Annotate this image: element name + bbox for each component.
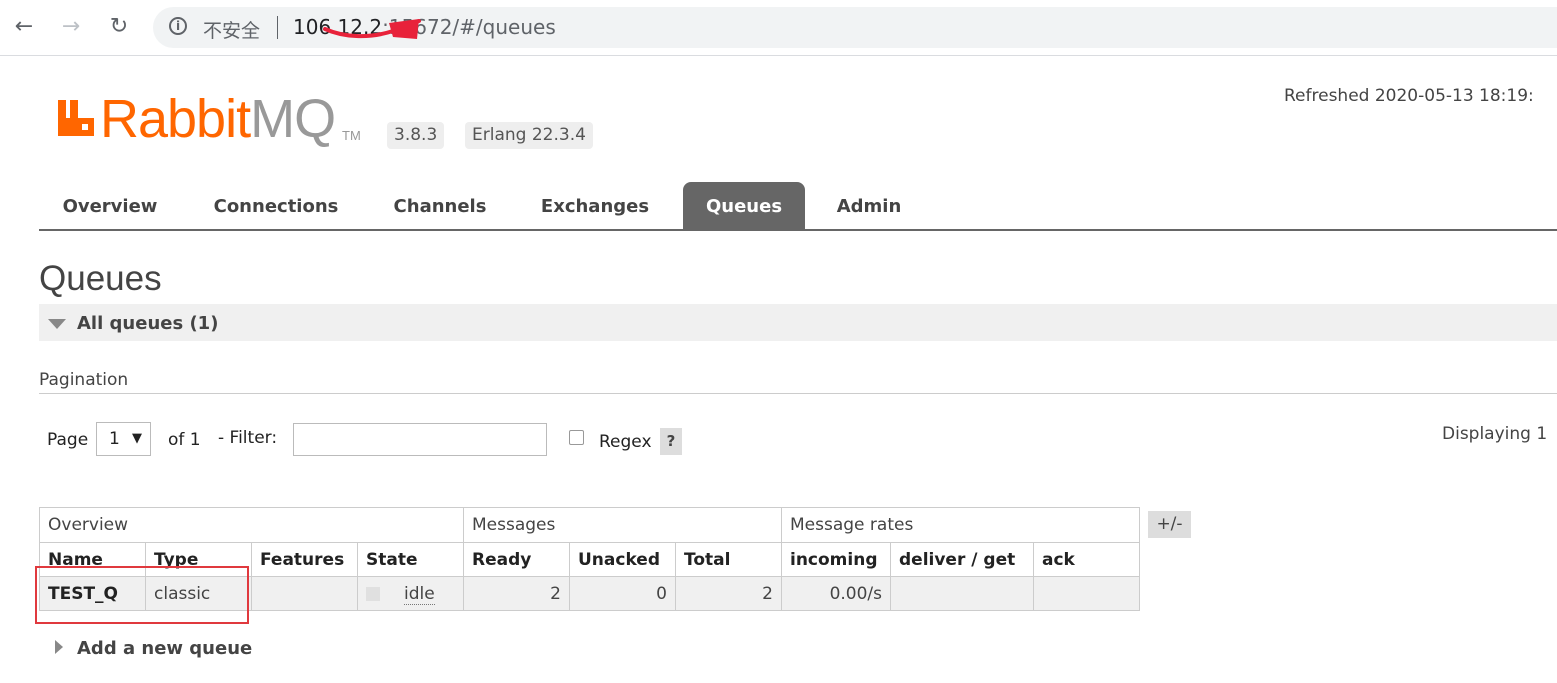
all-queues-section-header[interactable]: All queues (1) bbox=[39, 304, 1557, 341]
queue-features bbox=[251, 576, 358, 611]
main-tabs: Overview Connections Channels Exchanges … bbox=[39, 182, 1557, 231]
page-title: Queues bbox=[39, 259, 162, 298]
table-group-header: Overview Messages Message rates bbox=[39, 507, 1140, 543]
redaction-scribble bbox=[323, 19, 421, 39]
col-state[interactable]: State bbox=[357, 542, 464, 577]
expand-triangle-icon bbox=[55, 640, 63, 654]
tab-connections[interactable]: Connections bbox=[195, 182, 357, 229]
regex-checkbox[interactable] bbox=[569, 430, 584, 445]
queue-name-link[interactable]: TEST_Q bbox=[39, 576, 146, 611]
help-button[interactable]: ? bbox=[660, 428, 682, 455]
queue-ack-rate bbox=[1033, 576, 1140, 611]
group-message-rates: Message rates bbox=[781, 507, 1140, 543]
filter-label: - Filter: bbox=[218, 428, 278, 448]
trademark: TM bbox=[342, 128, 361, 143]
page-count-label: of 1 bbox=[168, 430, 201, 450]
section-label: All queues (1) bbox=[77, 313, 219, 334]
rabbitmq-logo-icon bbox=[58, 100, 94, 136]
queue-type: classic bbox=[145, 576, 252, 611]
brand-mq: MQ bbox=[250, 89, 336, 149]
reload-icon[interactable]: ↻ bbox=[106, 12, 132, 42]
queues-table: Overview Messages Message rates Name Typ… bbox=[39, 507, 1140, 611]
queue-unacked: 0 bbox=[569, 576, 676, 611]
caret-down-icon: ▼ bbox=[132, 431, 142, 446]
col-name[interactable]: Name bbox=[39, 542, 146, 577]
security-label: 不安全 bbox=[203, 20, 261, 42]
tab-exchanges[interactable]: Exchanges bbox=[523, 182, 667, 229]
queue-state: idle bbox=[404, 583, 435, 605]
address-bar[interactable]: i 不安全 106.12.2:15672/#/queues bbox=[153, 7, 1557, 48]
queue-total: 2 bbox=[675, 576, 782, 611]
col-total[interactable]: Total bbox=[675, 542, 782, 577]
brand-rabbit: Rabbit bbox=[100, 89, 251, 149]
page-select-value: 1 bbox=[109, 429, 120, 449]
tab-channels[interactable]: Channels bbox=[373, 182, 507, 229]
forward-icon[interactable]: → bbox=[58, 12, 84, 42]
group-messages: Messages bbox=[463, 507, 782, 543]
col-deliver-get[interactable]: deliver / get bbox=[890, 542, 1034, 577]
page-select[interactable]: 1 ▼ bbox=[96, 422, 151, 456]
state-indicator-icon bbox=[366, 586, 380, 601]
tab-admin[interactable]: Admin bbox=[821, 182, 917, 229]
table-row[interactable]: TEST_Q classic idle 2 0 2 0.00/s bbox=[39, 576, 1140, 611]
expand-triangle-icon bbox=[48, 319, 66, 329]
refreshed-text[interactable]: Refreshed 2020-05-13 18:19: bbox=[1284, 86, 1534, 106]
queue-state-cell: idle bbox=[357, 576, 464, 611]
col-ready[interactable]: Ready bbox=[463, 542, 570, 577]
filter-input[interactable] bbox=[293, 423, 547, 456]
table-column-header: Name Type Features State Ready Unacked T… bbox=[39, 542, 1140, 577]
col-incoming[interactable]: incoming bbox=[781, 542, 891, 577]
regex-label: Regex bbox=[599, 432, 652, 452]
col-unacked[interactable]: Unacked bbox=[569, 542, 676, 577]
page-label: Page bbox=[47, 430, 89, 450]
tab-queues[interactable]: Queues bbox=[683, 182, 805, 229]
col-features[interactable]: Features bbox=[251, 542, 358, 577]
pagination-title: Pagination bbox=[39, 370, 129, 390]
version-badge: 3.8.3 bbox=[387, 122, 445, 149]
queue-deliver-get-rate bbox=[890, 576, 1034, 611]
erlang-badge: Erlang 22.3.4 bbox=[465, 122, 593, 149]
tab-overview[interactable]: Overview bbox=[41, 182, 179, 229]
displaying-text: Displaying 1 bbox=[1442, 424, 1548, 444]
queue-incoming-rate: 0.00/s bbox=[781, 576, 891, 611]
column-toggle-button[interactable]: +/- bbox=[1148, 511, 1191, 538]
divider bbox=[277, 16, 278, 39]
col-ack[interactable]: ack bbox=[1033, 542, 1140, 577]
group-overview: Overview bbox=[39, 507, 464, 543]
back-icon[interactable]: ← bbox=[11, 12, 37, 42]
brand-wordmark: RabbitMQ bbox=[100, 86, 336, 152]
browser-toolbar: ← → ↻ i 不安全 106.12.2:15672/#/queues bbox=[0, 0, 1557, 56]
pagination-divider bbox=[39, 393, 1557, 394]
info-icon[interactable]: i bbox=[169, 17, 187, 35]
queue-ready: 2 bbox=[463, 576, 570, 611]
col-type[interactable]: Type bbox=[145, 542, 252, 577]
add-new-queue-toggle[interactable]: Add a new queue bbox=[77, 638, 252, 659]
